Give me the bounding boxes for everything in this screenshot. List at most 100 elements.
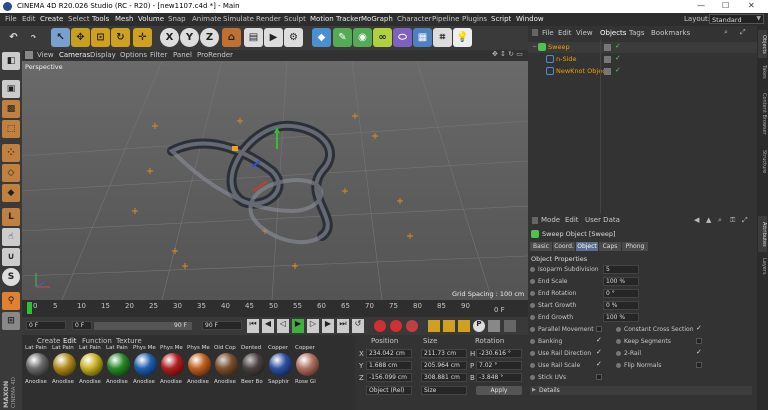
menu-render[interactable]: Render [256, 15, 281, 23]
radio-icon[interactable] [530, 339, 535, 344]
objects-menu-file[interactable]: File [542, 29, 554, 37]
checkbox-checked[interactable]: ✓ [596, 360, 602, 368]
end-rotation-field[interactable]: 0 ° [603, 289, 639, 298]
viewport-menu-options[interactable]: Options [120, 51, 147, 59]
visible-check-icon[interactable]: ✓ [615, 66, 621, 74]
goto-start-icon[interactable]: ⏮ [247, 319, 259, 333]
render-view-icon[interactable]: ▤ [244, 28, 263, 47]
start-frame-field[interactable]: 0 F [26, 321, 66, 330]
objects-menu-objects[interactable]: Objects [600, 29, 626, 37]
timeline-menu-icon[interactable] [504, 320, 516, 332]
timeline[interactable]: 0 5 10 15 20 25 30 35 40 45 50 55 60 65 … [22, 300, 528, 317]
menu-motion-tracker[interactable]: Motion Tracker [310, 15, 361, 23]
play-icon[interactable]: ▶ [292, 319, 304, 333]
checkbox-checked[interactable]: ✓ [596, 336, 602, 344]
rotation-b-field[interactable]: -3.848 ° [476, 373, 522, 382]
position-x-field[interactable]: 234.042 cm [366, 349, 412, 358]
visible-check-icon[interactable]: ✓ [615, 54, 621, 62]
checkbox-checked[interactable]: ✓ [696, 348, 702, 356]
menu-volume[interactable]: Volume [138, 15, 164, 23]
rotate-icon[interactable]: ↻ [111, 28, 130, 47]
radio-icon[interactable] [616, 363, 621, 368]
menu-select[interactable]: Select [68, 15, 90, 23]
points-mode-icon[interactable]: ⁘ [2, 144, 20, 162]
details-section[interactable]: ▶ Details [530, 386, 752, 395]
tab-takes-vertical[interactable]: Takes [758, 62, 767, 82]
menu-animate[interactable]: Animate [192, 15, 221, 23]
tab-layers-vertical[interactable]: Layers [758, 256, 767, 276]
expand-toggle-icon[interactable]: − [532, 43, 537, 50]
checkbox-checked[interactable]: ✓ [696, 324, 702, 332]
close-icon[interactable]: ✕ [748, 1, 755, 10]
x-axis-icon[interactable]: X [160, 28, 179, 47]
cloner-icon[interactable]: ∞ [373, 28, 392, 47]
radio-icon[interactable] [530, 303, 535, 308]
radio-icon[interactable] [616, 339, 621, 344]
checkbox[interactable] [696, 338, 702, 344]
make-editable-icon[interactable]: ◧ [2, 52, 20, 70]
model-mode-icon[interactable]: ▣ [2, 80, 20, 98]
keyframe-selection-icon[interactable] [406, 320, 418, 332]
lock-icon[interactable]: ⚿ [730, 216, 735, 225]
attr-menu-user-data[interactable]: User Data [585, 216, 620, 224]
camera-icon[interactable]: ⌗ [433, 28, 452, 47]
attr-menu-mode[interactable]: Mode [541, 216, 560, 224]
object-row-n-side[interactable]: n-Side ✓ [528, 54, 757, 65]
render-picture-viewer-icon[interactable]: ▶ [264, 28, 283, 47]
viewport-menu-filter[interactable]: Filter [150, 51, 167, 59]
end-frame-field[interactable]: 90 F [202, 321, 242, 330]
tab-attributes-vertical[interactable]: Attributes [758, 216, 767, 252]
y-axis-icon[interactable]: Y [180, 28, 199, 47]
grid-icon[interactable]: ⊞ [2, 312, 20, 330]
edges-mode-icon[interactable]: ◇ [2, 164, 20, 182]
menu-plugins[interactable]: Plugins [462, 15, 487, 23]
deformer-icon[interactable]: ⬭ [393, 28, 412, 47]
prev-frame-icon[interactable]: ◁ [277, 319, 289, 333]
recent-tools-icon[interactable]: ✛ [133, 28, 152, 47]
objects-menu-bookmarks[interactable]: Bookmarks [651, 29, 690, 37]
material-item[interactable]: Dented Beer Bo [241, 345, 267, 390]
expand-icon[interactable]: ⤢ [742, 216, 748, 225]
viewport-menu-panel[interactable]: Panel [173, 51, 192, 59]
menu-file[interactable]: File [5, 15, 17, 23]
menu-sculpt[interactable]: Sculpt [284, 15, 306, 23]
timeline-playhead[interactable] [27, 302, 32, 314]
start-growth-field[interactable]: 0 % [603, 301, 639, 310]
checkbox-checked[interactable]: ✓ [596, 348, 602, 356]
size-x-field[interactable]: 211.73 cm [421, 349, 467, 358]
material-menu-texture[interactable]: Texture [116, 337, 142, 345]
tab-coord[interactable]: Coord. [553, 242, 575, 251]
end-growth-field[interactable]: 100 % [603, 313, 639, 322]
viewport[interactable]: Perspective Grid Spacing: 100 cm [22, 61, 528, 300]
tab-content-browser-vertical[interactable]: Content Browser [758, 86, 767, 142]
next-frame-icon[interactable]: ▷ [307, 319, 319, 333]
layer-icon[interactable] [604, 44, 611, 51]
material-item[interactable]: Lat Pain Anodise [106, 345, 132, 390]
lock-workplane-icon[interactable]: ⚲ [2, 292, 20, 310]
pen-icon[interactable]: ✎ [333, 28, 352, 47]
viewport-menu-view[interactable]: View [37, 51, 54, 59]
rotation-key-icon[interactable] [458, 320, 470, 332]
material-item[interactable]: Copper Rose Gl [295, 345, 321, 390]
scale-key-icon[interactable] [443, 320, 455, 332]
material-item[interactable]: Lat Pain Anodise [25, 345, 51, 390]
visible-check-icon[interactable]: ✓ [615, 42, 621, 50]
goto-end-icon[interactable]: ⏭ [337, 319, 349, 333]
tweak-mode-icon[interactable]: ☝ [2, 228, 20, 246]
radio-icon[interactable] [530, 363, 535, 368]
menu-simulate[interactable]: Simulate [223, 15, 254, 23]
layer-icon[interactable] [604, 56, 611, 63]
menu-pipeline[interactable]: Pipeline [432, 15, 459, 23]
size-z-field[interactable]: 308.881 cm [421, 373, 467, 382]
tab-object[interactable]: Object [576, 242, 598, 251]
coordinate-system-icon[interactable]: ⌂ [222, 28, 241, 47]
radio-icon[interactable] [616, 327, 621, 332]
material-menu-create[interactable]: Create [37, 337, 60, 345]
menu-snap[interactable]: Snap [168, 15, 186, 23]
tab-phong[interactable]: Phong [622, 242, 648, 251]
end-scale-field[interactable]: 100 % [603, 277, 639, 286]
position-z-field[interactable]: -156.099 cm [366, 373, 412, 382]
rotation-h-field[interactable]: -230.616 ° [476, 349, 522, 358]
menu-mesh[interactable]: Mesh [115, 15, 133, 23]
expand-icon[interactable]: ⤢ [740, 28, 746, 37]
